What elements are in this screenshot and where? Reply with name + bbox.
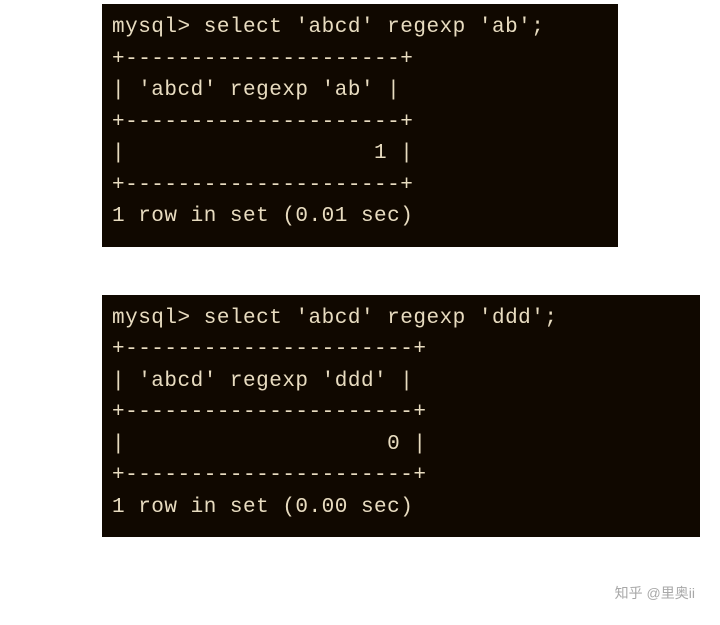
terminal-output-2: mysql> select 'abcd' regexp 'ddd'; +----… xyxy=(112,303,690,524)
mysql-terminal-1: mysql> select 'abcd' regexp 'ab'; +-----… xyxy=(102,4,618,247)
sql-query: select 'abcd' regexp 'ddd'; xyxy=(204,307,558,330)
table-row: | 1 | xyxy=(112,142,413,165)
watermark-text: 知乎 @里奥ii xyxy=(615,583,695,603)
mysql-terminal-2: mysql> select 'abcd' regexp 'ddd'; +----… xyxy=(102,295,700,538)
table-border: +----------------------+ xyxy=(112,338,426,361)
table-header: | 'abcd' regexp 'ab' | xyxy=(112,79,400,102)
table-border: +----------------------+ xyxy=(112,401,426,424)
terminal-output-1: mysql> select 'abcd' regexp 'ab'; +-----… xyxy=(112,12,608,233)
table-border: +----------------------+ xyxy=(112,464,426,487)
mysql-prompt: mysql> xyxy=(112,307,191,330)
mysql-prompt: mysql> xyxy=(112,16,191,39)
table-border: +---------------------+ xyxy=(112,48,413,71)
table-row: | 0 | xyxy=(112,433,426,456)
status-line: 1 row in set (0.01 sec) xyxy=(112,205,413,228)
table-border: +---------------------+ xyxy=(112,111,413,134)
sql-query: select 'abcd' regexp 'ab'; xyxy=(204,16,545,39)
table-border: +---------------------+ xyxy=(112,174,413,197)
status-line: 1 row in set (0.00 sec) xyxy=(112,496,413,519)
table-header: | 'abcd' regexp 'ddd' | xyxy=(112,370,413,393)
